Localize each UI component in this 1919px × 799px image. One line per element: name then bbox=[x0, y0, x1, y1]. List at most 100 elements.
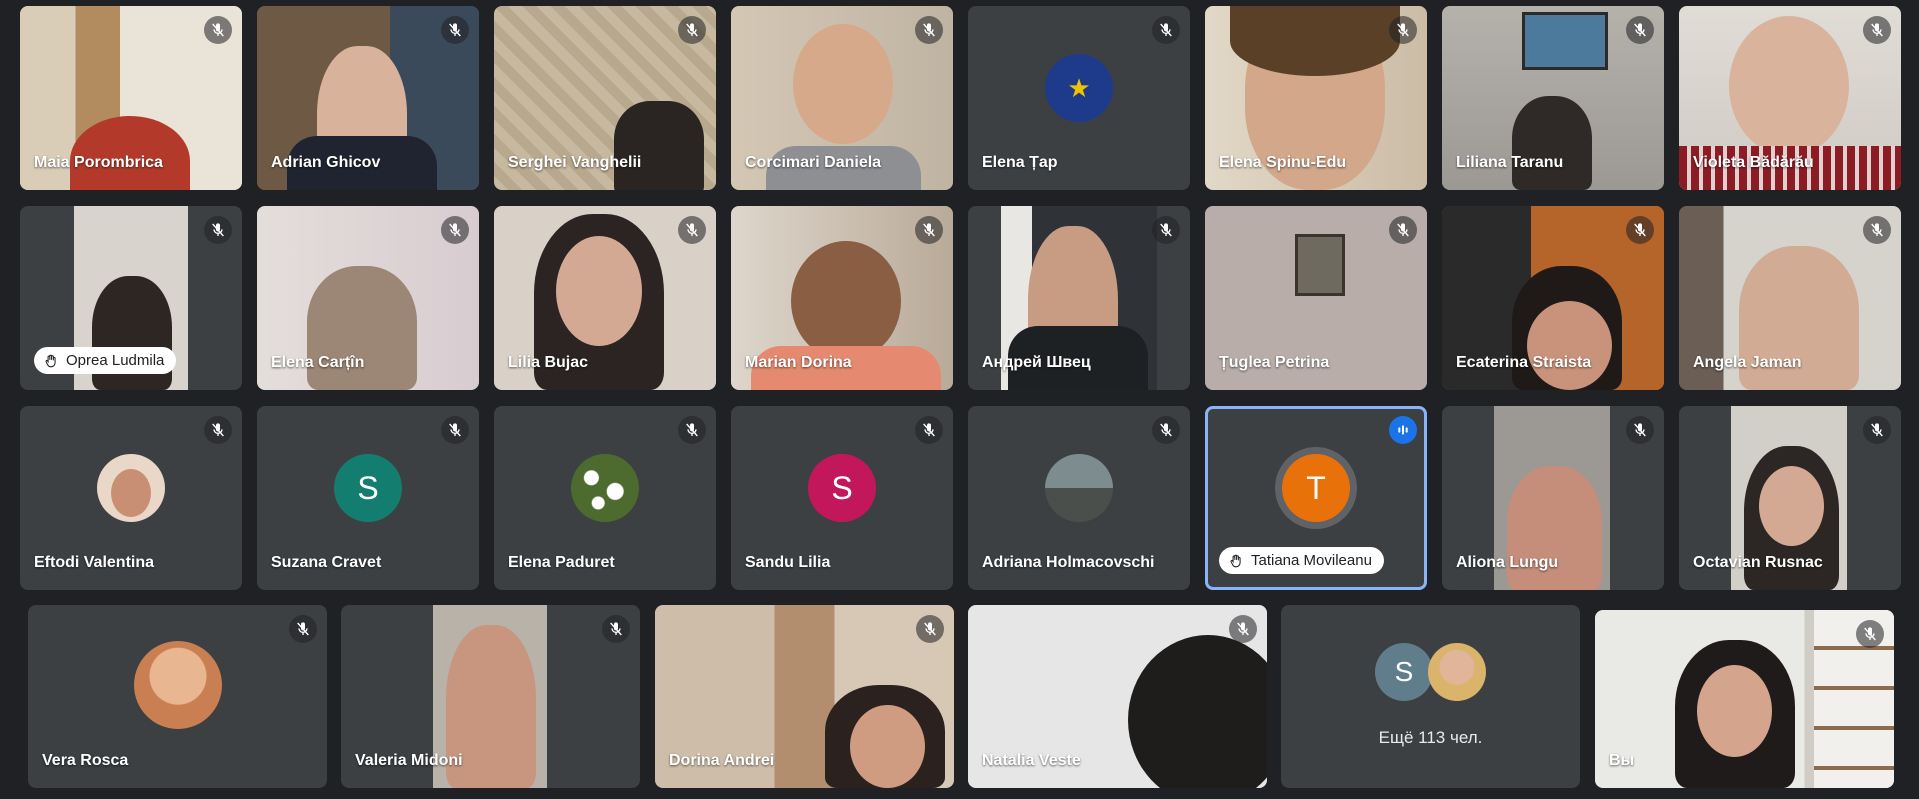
mic-off-icon bbox=[678, 216, 706, 244]
participant-tile[interactable]: Eftodi Valentina bbox=[20, 406, 242, 590]
flower-avatar bbox=[571, 454, 639, 522]
more-participants-tile[interactable]: S Ещё 113 чел. bbox=[1281, 605, 1580, 788]
mic-off-icon bbox=[1626, 416, 1654, 444]
participant-tile[interactable]: Maia Porombrica bbox=[20, 6, 242, 190]
mic-off-icon bbox=[915, 416, 943, 444]
participant-face bbox=[1527, 301, 1612, 390]
participant-hair bbox=[1230, 6, 1400, 76]
initial-avatar: S bbox=[334, 454, 402, 522]
mic-off-icon bbox=[1389, 16, 1417, 44]
participant-figure bbox=[1729, 16, 1849, 156]
wall-icon bbox=[1295, 234, 1345, 296]
participant-name: Marian Dorina bbox=[745, 354, 852, 371]
participant-name: Elena Carțîn bbox=[271, 354, 365, 371]
participant-figure bbox=[1512, 96, 1592, 190]
participant-tile[interactable]: Lilia Bujac bbox=[494, 206, 716, 390]
participant-name: Adrian Ghicov bbox=[271, 154, 381, 171]
mic-off-icon bbox=[678, 16, 706, 44]
mic-off-icon bbox=[602, 615, 630, 643]
participant-tile-speaking[interactable]: T Tatiana Movileanu bbox=[1205, 406, 1427, 590]
participant-tile[interactable]: Corcimari Daniela bbox=[731, 6, 953, 190]
participant-tile[interactable]: ★ Elena Țap bbox=[968, 6, 1190, 190]
initial-avatar: T bbox=[1282, 454, 1350, 522]
participant-avatar bbox=[1428, 643, 1486, 701]
participant-name-with-hand: Oprea Ludmila bbox=[34, 347, 177, 374]
participant-tile[interactable]: S Suzana Cravet bbox=[257, 406, 479, 590]
more-participants-count: Ещё 113 чел. bbox=[1378, 728, 1483, 747]
participant-name: Ecaterina Straista bbox=[1456, 354, 1592, 371]
participant-name-with-hand: Tatiana Movileanu bbox=[1219, 547, 1384, 574]
mic-off-icon bbox=[678, 416, 706, 444]
participant-tile[interactable]: Ecaterina Straista bbox=[1442, 206, 1664, 390]
participant-avatar bbox=[1045, 454, 1113, 522]
participant-tile[interactable]: Țuglea Petrina bbox=[1205, 206, 1427, 390]
avatar-initial: S bbox=[357, 469, 379, 506]
raised-hand-icon bbox=[1230, 554, 1241, 567]
mic-off-icon bbox=[1152, 416, 1180, 444]
participant-tile[interactable]: Serghei Vanghelii bbox=[494, 6, 716, 190]
mic-off-icon bbox=[441, 16, 469, 44]
mic-off-icon bbox=[1856, 620, 1884, 648]
participant-name: Suzana Cravet bbox=[271, 554, 382, 571]
participant-tile[interactable]: Dorina Andrei bbox=[655, 605, 954, 788]
participant-name: Maia Porombrica bbox=[34, 154, 163, 171]
participant-name: Corcimari Daniela bbox=[745, 154, 882, 171]
participant-tile[interactable]: Adriana Holmacovschi bbox=[968, 406, 1190, 590]
participant-name: Adriana Holmacovschi bbox=[982, 554, 1155, 571]
mic-off-icon bbox=[1152, 216, 1180, 244]
avatar-photo bbox=[111, 469, 151, 517]
mic-off-icon bbox=[204, 16, 232, 44]
participant-tile[interactable]: Valeria Midoni bbox=[341, 605, 640, 788]
avatar-initial: S bbox=[1394, 656, 1414, 687]
participant-face bbox=[1697, 665, 1772, 757]
participant-name: Violeta Bădărău bbox=[1693, 154, 1814, 171]
mic-off-icon bbox=[1863, 216, 1891, 244]
participant-face bbox=[556, 236, 642, 346]
initial-avatar: S bbox=[808, 454, 876, 522]
participant-name: Angela Jaman bbox=[1693, 354, 1802, 371]
participant-name: Elena Paduret bbox=[508, 554, 615, 571]
avatar-initial: S bbox=[831, 469, 853, 506]
participant-name: Elena Spinu-Edu bbox=[1219, 154, 1347, 171]
participant-tile[interactable]: Marian Dorina bbox=[731, 206, 953, 390]
participant-name: Eftodi Valentina bbox=[34, 554, 155, 571]
participant-tile[interactable]: S Sandu Lilia bbox=[731, 406, 953, 590]
participant-tile[interactable]: Elena Carțîn bbox=[257, 206, 479, 390]
participant-tile[interactable]: Elena Paduret bbox=[494, 406, 716, 590]
participant-tile[interactable]: Elena Spinu-Edu bbox=[1205, 6, 1427, 190]
participant-avatar bbox=[97, 454, 165, 522]
participant-name: Țuglea Petrina bbox=[1219, 354, 1330, 371]
self-view-tile[interactable]: Вы bbox=[1595, 610, 1894, 788]
mic-off-icon bbox=[289, 615, 317, 643]
raised-hand-icon bbox=[45, 354, 56, 367]
participant-tile[interactable]: Natalia Veste bbox=[968, 605, 1267, 788]
mic-off-icon bbox=[441, 216, 469, 244]
participant-tile[interactable]: Octavian Rusnac bbox=[1679, 406, 1901, 590]
mic-off-icon bbox=[1152, 16, 1180, 44]
coat-of-arms-avatar: ★ bbox=[1045, 54, 1113, 122]
participant-tile[interactable]: Violeta Bădărău bbox=[1679, 6, 1901, 190]
participant-tile[interactable]: Aliona Lungu bbox=[1442, 406, 1664, 590]
mic-off-icon bbox=[1863, 16, 1891, 44]
participant-figure bbox=[614, 101, 704, 190]
mic-off-icon bbox=[915, 216, 943, 244]
mic-off-icon bbox=[1626, 16, 1654, 44]
participant-name: Dorina Andrei bbox=[669, 752, 775, 769]
participant-name: Serghei Vanghelii bbox=[508, 154, 642, 171]
participant-tile[interactable]: Oprea Ludmila bbox=[20, 206, 242, 390]
participant-name: Aliona Lungu bbox=[1456, 554, 1559, 571]
participant-tile[interactable]: Андрей Швец bbox=[968, 206, 1190, 390]
participant-name: Octavian Rusnac bbox=[1693, 554, 1823, 571]
participant-name: Elena Țap bbox=[982, 154, 1058, 171]
mic-off-icon bbox=[916, 615, 944, 643]
mic-off-icon bbox=[204, 216, 232, 244]
participant-tile[interactable]: Angela Jaman bbox=[1679, 206, 1901, 390]
participant-tile[interactable]: Vera Rosca bbox=[28, 605, 327, 788]
speaking-indicator-icon bbox=[1389, 416, 1417, 444]
initial-avatar: S bbox=[1375, 643, 1433, 701]
participant-figure bbox=[791, 241, 901, 361]
participant-tile[interactable]: Adrian Ghicov bbox=[257, 6, 479, 190]
participant-tile[interactable]: Liliana Taranu bbox=[1442, 6, 1664, 190]
participant-name: Вы bbox=[1609, 752, 1635, 769]
participant-name: Liliana Taranu bbox=[1456, 154, 1564, 171]
